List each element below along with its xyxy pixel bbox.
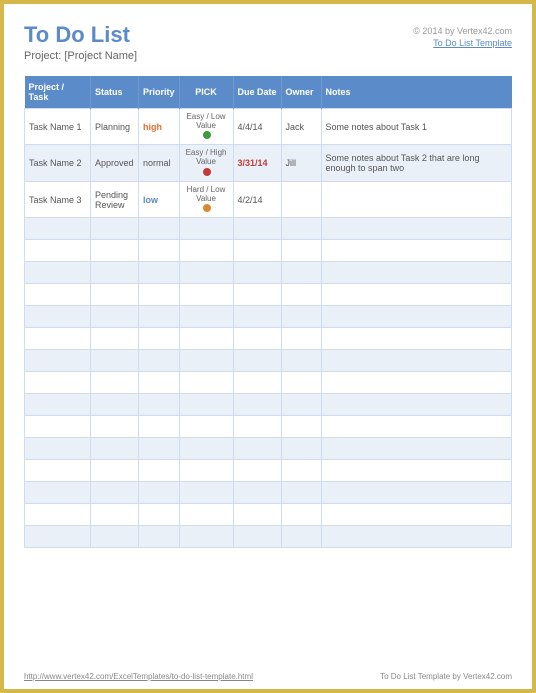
cell-due[interactable]: 4/4/14 xyxy=(233,109,281,145)
table-row-empty[interactable] xyxy=(25,394,512,416)
cell-owner[interactable]: Jack xyxy=(281,109,321,145)
table-row-empty[interactable] xyxy=(25,460,512,482)
col-header-task[interactable]: Project / Task xyxy=(25,76,91,109)
cell-status[interactable]: Approved xyxy=(91,145,139,181)
cell-due[interactable]: 4/2/14 xyxy=(233,181,281,217)
table-row-empty[interactable] xyxy=(25,350,512,372)
table-row-empty[interactable] xyxy=(25,438,512,460)
footer-credit: To Do List Template by Vertex42.com xyxy=(380,672,512,681)
col-header-notes[interactable]: Notes xyxy=(321,76,511,109)
cell-owner[interactable]: Jill xyxy=(281,145,321,181)
table-row-empty[interactable] xyxy=(25,306,512,328)
cell-notes[interactable]: Some notes about Task 2 that are long en… xyxy=(321,145,511,181)
table-row-empty[interactable] xyxy=(25,416,512,438)
table-row-empty[interactable] xyxy=(25,372,512,394)
cell-task[interactable]: Task Name 3 xyxy=(25,181,91,217)
table-row-empty[interactable] xyxy=(25,526,512,548)
cell-priority[interactable]: high xyxy=(139,109,180,145)
cell-status[interactable]: Pending Review xyxy=(91,181,139,217)
todo-table: Project / Task Status Priority PICK Due … xyxy=(24,76,512,548)
status-dot-icon xyxy=(203,204,211,212)
table-row-empty[interactable] xyxy=(25,328,512,350)
cell-pick[interactable]: Easy / Low Value xyxy=(179,109,233,145)
cell-pick[interactable]: Hard / Low Value xyxy=(179,181,233,217)
col-header-pick[interactable]: PICK xyxy=(179,76,233,109)
table-row[interactable]: Task Name 1PlanninghighEasy / Low Value4… xyxy=(25,109,512,145)
cell-owner[interactable] xyxy=(281,181,321,217)
table-row-empty[interactable] xyxy=(25,240,512,262)
project-subtitle: Project: [Project Name] xyxy=(24,50,137,62)
page-title: To Do List xyxy=(24,22,137,48)
table-row[interactable]: Task Name 2ApprovednormalEasy / High Val… xyxy=(25,145,512,181)
status-dot-icon xyxy=(203,131,211,139)
table-row-empty[interactable] xyxy=(25,504,512,526)
copyright-text: © 2014 by Vertex42.com xyxy=(413,26,512,36)
table-row[interactable]: Task Name 3Pending ReviewlowHard / Low V… xyxy=(25,181,512,217)
template-link[interactable]: To Do List Template xyxy=(413,38,512,48)
cell-priority[interactable]: normal xyxy=(139,145,180,181)
table-row-empty[interactable] xyxy=(25,284,512,306)
col-header-owner[interactable]: Owner xyxy=(281,76,321,109)
cell-pick[interactable]: Easy / High Value xyxy=(179,145,233,181)
table-header-row: Project / Task Status Priority PICK Due … xyxy=(25,76,512,109)
cell-task[interactable]: Task Name 2 xyxy=(25,145,91,181)
cell-task[interactable]: Task Name 1 xyxy=(25,109,91,145)
cell-status[interactable]: Planning xyxy=(91,109,139,145)
cell-notes[interactable] xyxy=(321,181,511,217)
table-row-empty[interactable] xyxy=(25,482,512,504)
col-header-priority[interactable]: Priority xyxy=(139,76,180,109)
cell-priority[interactable]: low xyxy=(139,181,180,217)
status-dot-icon xyxy=(203,168,211,176)
table-row-empty[interactable] xyxy=(25,262,512,284)
cell-notes[interactable]: Some notes about Task 1 xyxy=(321,109,511,145)
cell-due[interactable]: 3/31/14 xyxy=(233,145,281,181)
table-row-empty[interactable] xyxy=(25,218,512,240)
col-header-due[interactable]: Due Date xyxy=(233,76,281,109)
col-header-status[interactable]: Status xyxy=(91,76,139,109)
footer-url[interactable]: http://www.vertex42.com/ExcelTemplates/t… xyxy=(24,672,253,681)
